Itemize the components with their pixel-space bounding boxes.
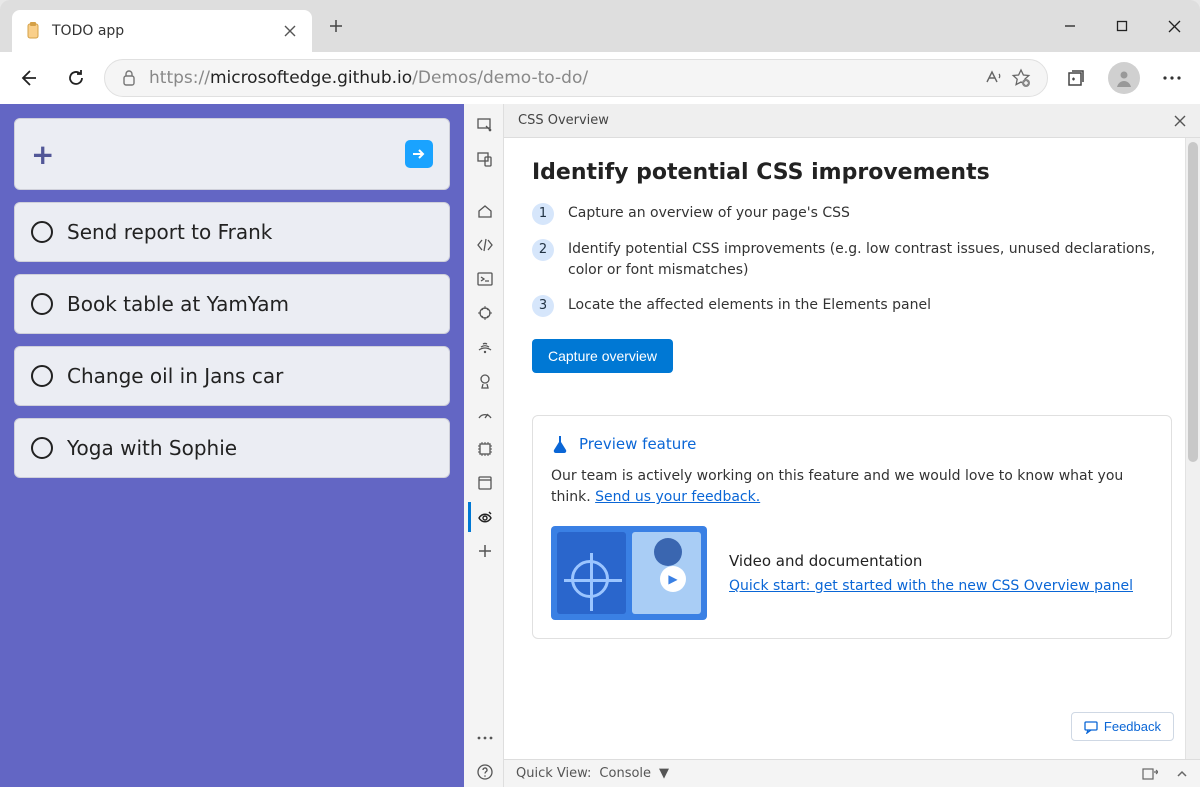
browser-tab[interactable]: TODO app [12, 10, 312, 52]
step-number-icon: 2 [532, 239, 554, 261]
elements-tool-icon[interactable] [468, 230, 500, 260]
add-task-row[interactable]: + [14, 118, 450, 190]
tab-close-button[interactable] [280, 21, 300, 41]
task-item[interactable]: Book table at YamYam [14, 274, 450, 334]
task-checkbox-icon[interactable] [31, 221, 53, 243]
css-overview-tool-icon[interactable] [468, 502, 500, 532]
devtools-pane: CSS Overview Identify potential CSS impr… [464, 104, 1200, 787]
url-text: https://microsoftedge.github.io/Demos/de… [149, 68, 971, 88]
quick-view-label: Quick View: [516, 766, 591, 781]
css-overview-panel: Identify potential CSS improvements 1 Cap… [504, 138, 1200, 759]
profile-button[interactable] [1104, 58, 1144, 98]
devtools-help-icon[interactable] [468, 757, 500, 787]
panel-title: CSS Overview [518, 113, 609, 128]
quick-view-selected: Console [599, 766, 651, 781]
task-label: Yoga with Sophie [67, 436, 237, 460]
nav-refresh-button[interactable] [56, 58, 96, 98]
task-checkbox-icon[interactable] [31, 293, 53, 315]
add-plus-icon: + [31, 138, 54, 171]
collections-button[interactable] [1056, 58, 1096, 98]
task-item[interactable]: Send report to Frank [14, 202, 450, 262]
site-info-lock-icon[interactable] [121, 69, 137, 87]
todo-app-pane: + Send report to Frank Book table at Yam… [0, 104, 464, 787]
console-tool-icon[interactable] [468, 264, 500, 294]
devtools-activity-bar [464, 104, 504, 787]
preview-feature-card: Preview feature Our team is actively wor… [532, 415, 1172, 639]
tab-favicon-icon [24, 22, 42, 40]
preview-feature-text: Our team is actively working on this fea… [551, 466, 1153, 508]
new-tab-button[interactable] [320, 10, 352, 42]
quick-view-bar[interactable]: Quick View: Console ▼ [504, 759, 1200, 787]
task-item[interactable]: Yoga with Sophie [14, 418, 450, 478]
task-label: Change oil in Jans car [67, 364, 283, 388]
step-number-icon: 3 [532, 295, 554, 317]
step-text: Locate the affected elements in the Elem… [568, 295, 931, 317]
panel-scrollbar[interactable] [1185, 138, 1200, 759]
step-number-icon: 1 [532, 203, 554, 225]
settings-more-button[interactable] [1152, 58, 1192, 98]
step-text: Capture an overview of your page's CSS [568, 203, 850, 225]
task-checkbox-icon[interactable] [31, 437, 53, 459]
read-aloud-icon[interactable] [983, 68, 1003, 88]
video-thumbnail[interactable]: ▶ [551, 526, 707, 620]
submit-task-button[interactable] [405, 140, 433, 168]
capture-overview-button[interactable]: Capture overview [532, 339, 673, 373]
welcome-tool-icon[interactable] [468, 196, 500, 226]
window-close-button[interactable] [1148, 6, 1200, 46]
task-label: Book table at YamYam [67, 292, 289, 316]
network-tool-icon[interactable] [468, 332, 500, 362]
application-tool-icon[interactable] [468, 468, 500, 498]
task-item[interactable]: Change oil in Jans car [14, 346, 450, 406]
quick-view-expand-icon[interactable] [1176, 769, 1188, 779]
panel-heading: Identify potential CSS improvements [532, 160, 1172, 185]
quick-view-dock-icon[interactable] [1142, 767, 1158, 781]
nav-back-button[interactable] [8, 58, 48, 98]
tab-title: TODO app [52, 23, 270, 39]
panel-header: CSS Overview [504, 104, 1200, 138]
preview-feature-label: Preview feature [579, 435, 696, 453]
step-text: Identify potential CSS improvements (e.g… [568, 239, 1172, 281]
lighthouse-tool-icon[interactable] [468, 366, 500, 396]
sources-tool-icon[interactable] [468, 298, 500, 328]
send-feedback-link[interactable]: Send us your feedback. [595, 489, 760, 505]
feedback-button[interactable]: Feedback [1071, 712, 1174, 741]
more-tools-icon[interactable] [468, 536, 500, 566]
address-bar[interactable]: https://microsoftedge.github.io/Demos/de… [104, 59, 1048, 97]
task-label: Send report to Frank [67, 220, 272, 244]
panel-close-button[interactable] [1174, 115, 1186, 127]
performance-tool-icon[interactable] [468, 400, 500, 430]
favorite-star-icon[interactable] [1011, 68, 1031, 88]
window-maximize-button[interactable] [1096, 6, 1148, 46]
quick-start-link[interactable]: Quick start: get started with the new CS… [729, 578, 1133, 594]
task-checkbox-icon[interactable] [31, 365, 53, 387]
inspect-element-icon[interactable] [468, 110, 500, 140]
window-minimize-button[interactable] [1044, 6, 1096, 46]
flask-icon [551, 434, 569, 454]
devtools-settings-icon[interactable] [468, 723, 500, 753]
memory-tool-icon[interactable] [468, 434, 500, 464]
device-emulation-icon[interactable] [468, 144, 500, 174]
play-icon: ▶ [660, 566, 686, 592]
quick-view-dropdown-icon[interactable]: ▼ [659, 766, 669, 781]
video-section-heading: Video and documentation [729, 552, 1153, 570]
